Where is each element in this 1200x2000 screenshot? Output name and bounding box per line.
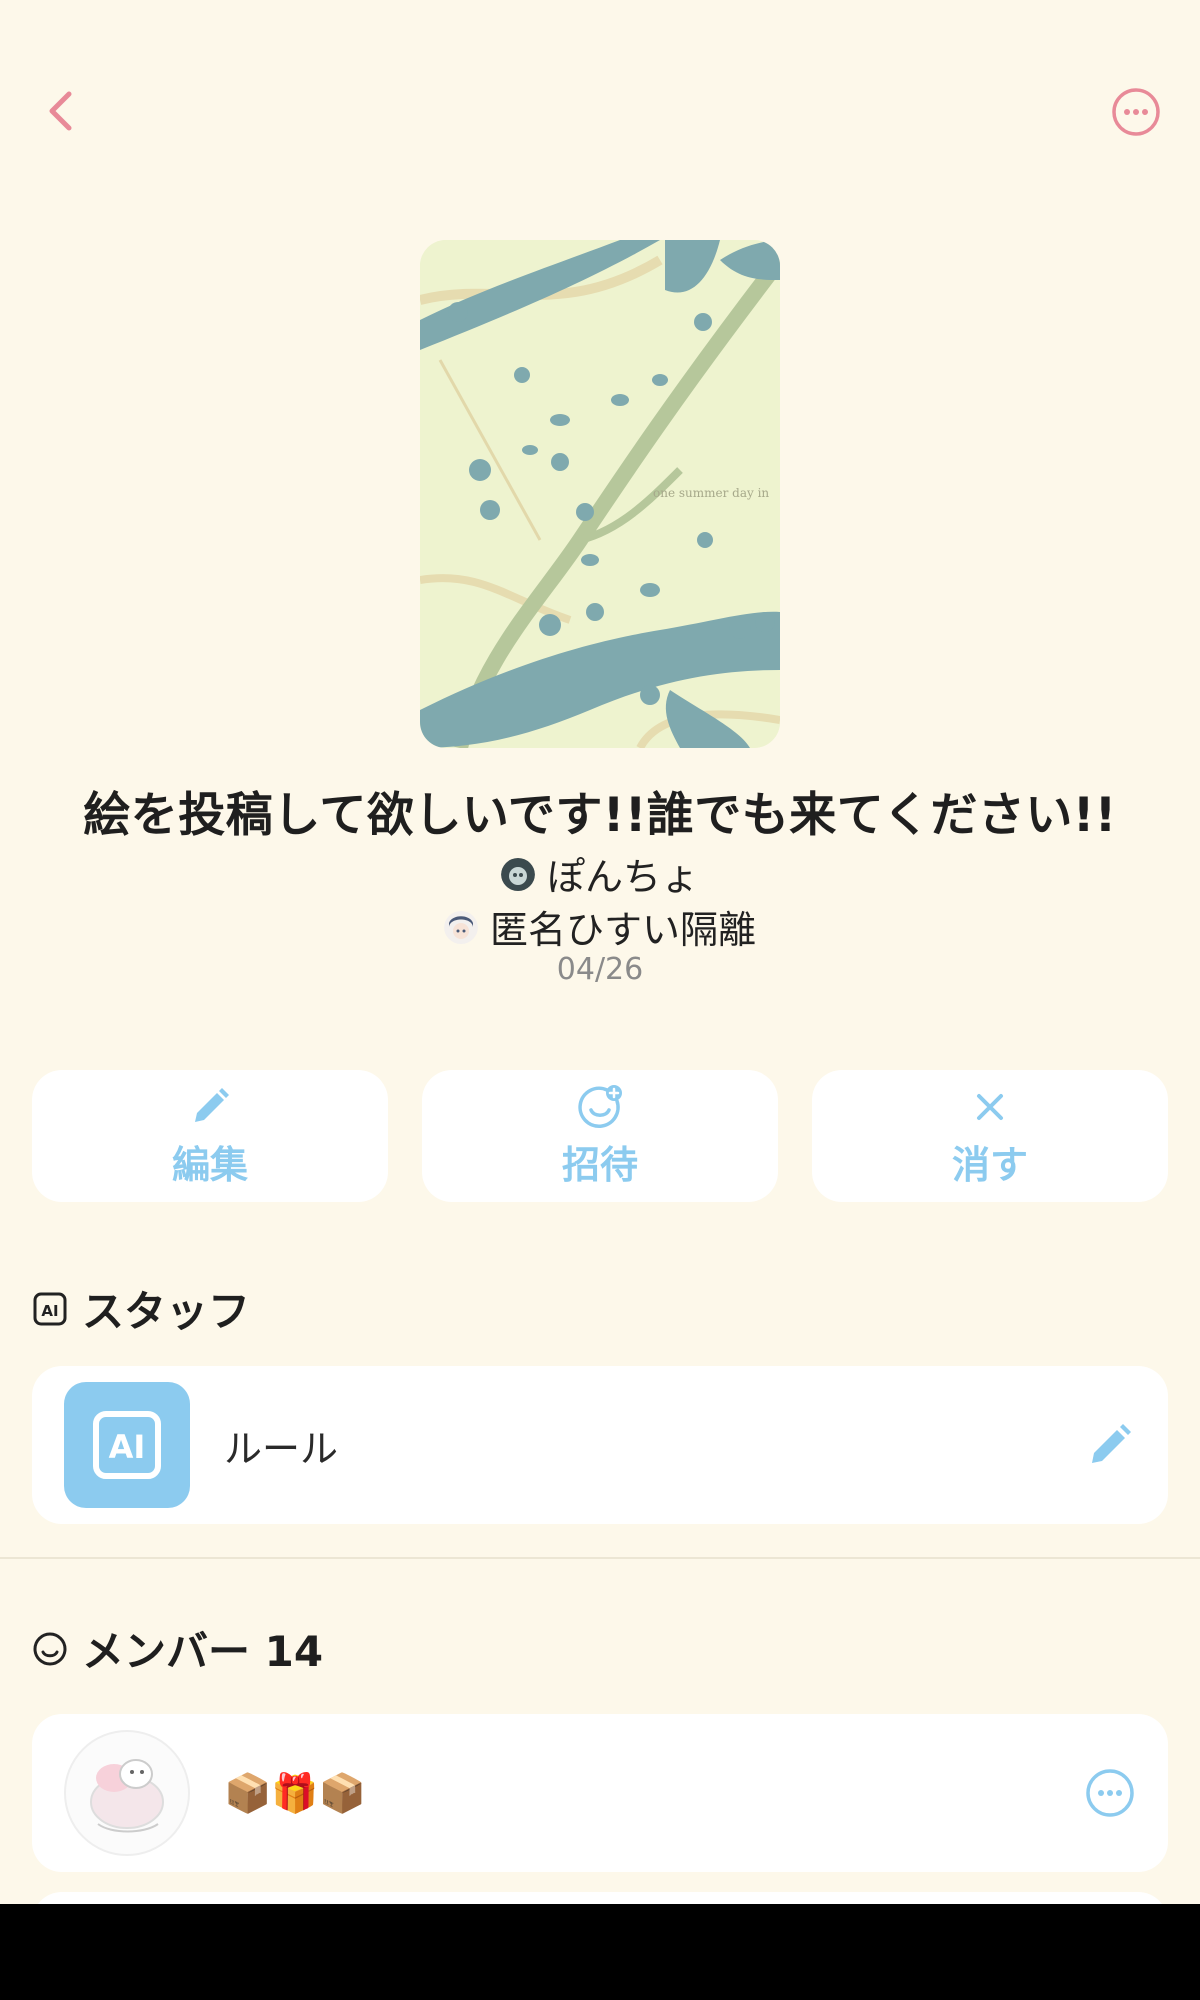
chat-title: 絵を投稿して欲しいです!!誰でも来てください!! xyxy=(83,788,1117,843)
edit-label: 編集 xyxy=(171,1142,248,1187)
member-list-item[interactable]: 📦🎁📦 xyxy=(32,1714,1168,1872)
member-name: 📦🎁📦 xyxy=(224,1770,366,1815)
staff-list-item[interactable]: AI ルール xyxy=(32,1366,1168,1524)
staff-heading-text: スタッフ xyxy=(82,1287,251,1336)
members-heading-text: メンバー 14 xyxy=(82,1627,324,1676)
more-horizontal-circle-icon[interactable] xyxy=(1084,1767,1136,1819)
delete-label: 消す xyxy=(951,1142,1028,1187)
invite-label: 招待 xyxy=(561,1142,638,1187)
staff-avatar-text: AI xyxy=(109,1428,146,1466)
section-divider xyxy=(0,1557,1200,1559)
member-avatar xyxy=(64,1730,190,1856)
back-button[interactable] xyxy=(36,84,90,138)
created-date: 04/26 xyxy=(556,952,644,987)
owner-name: ぽんちょ xyxy=(546,855,699,899)
edit-button[interactable]: 編集 xyxy=(32,1070,388,1202)
ai-badge-icon: AI xyxy=(33,1292,67,1325)
more-horizontal-circle-icon xyxy=(1112,88,1160,136)
coowner-avatar xyxy=(443,910,478,944)
chat-info-screen: one summer day in 絵を投稿して欲しいです!!誰でも来てください… xyxy=(0,0,1200,2000)
invite-button[interactable]: 招待 xyxy=(422,1070,778,1202)
add-user-smile-icon xyxy=(578,1084,622,1128)
action-button-row: 編集 招待 消す xyxy=(32,1070,1168,1202)
coowner-row[interactable]: 匿名ひすい隔離 xyxy=(0,899,1200,954)
close-icon xyxy=(977,1093,1003,1120)
staff-section-heading: AI スタッフ xyxy=(32,1278,250,1339)
owner-avatar xyxy=(500,857,535,891)
coowner-name: 匿名ひすい隔離 xyxy=(489,908,756,952)
pencil-icon xyxy=(195,1087,229,1122)
staff-avatar: AI xyxy=(64,1382,190,1508)
pencil-icon[interactable] xyxy=(1084,1419,1136,1471)
more-options-button[interactable] xyxy=(1110,86,1162,138)
chevron-left-icon xyxy=(49,91,72,131)
members-section-heading: メンバー 14 xyxy=(32,1618,323,1679)
smile-icon xyxy=(33,1632,67,1665)
chat-cover-image[interactable]: one summer day in xyxy=(420,240,780,748)
cover-caption: one summer day in xyxy=(653,486,769,500)
system-navigation-bar xyxy=(0,1904,1200,2000)
delete-button[interactable]: 消す xyxy=(812,1070,1168,1202)
owner-row[interactable]: ぽんちょ xyxy=(0,846,1200,901)
svg-text:AI: AI xyxy=(41,1302,58,1320)
staff-name: ルール xyxy=(224,1426,339,1471)
